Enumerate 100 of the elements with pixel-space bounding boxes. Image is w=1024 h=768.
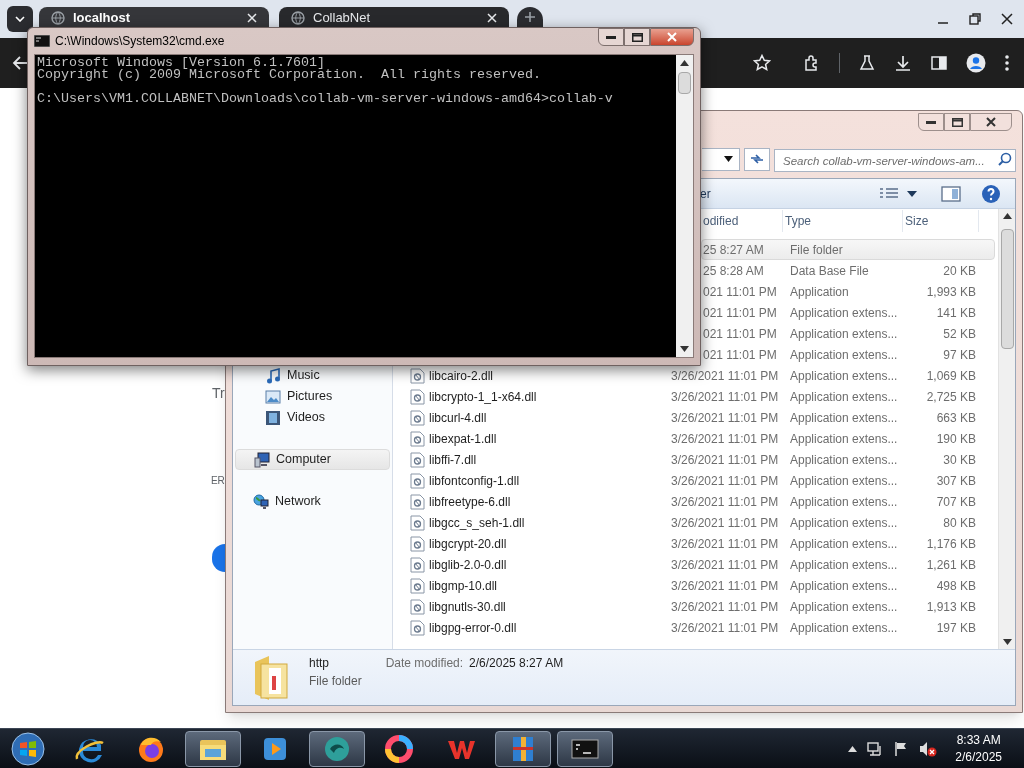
file-date: 3/26/2021 11:01 PM [671,367,779,385]
file-type: Application extens... [790,367,898,385]
browser-tab[interactable]: CollabNet [279,7,509,28]
view-options-icon[interactable] [879,186,901,201]
flask-icon[interactable] [858,54,876,72]
file-date: 25 8:27 AM [703,241,764,259]
file-row[interactable]: 25 8:28 AM Data Base File 20 KB [701,260,995,281]
dropdown-arrow-icon [724,156,733,162]
new-tab-button[interactable] [517,7,543,27]
scroll-up-icon[interactable] [680,60,689,66]
detail-value: 2/6/2025 8:27 AM [469,655,564,672]
nav-item[interactable]: Videos [235,407,390,428]
file-type: Application extens... [790,409,898,427]
taskbar-button[interactable] [495,730,551,767]
nav-item[interactable]: Network [235,491,390,512]
column-header[interactable]: Size [903,210,979,232]
file-row[interactable]: 021 11:01 PM Application 1,993 KB [701,281,995,302]
music-note-icon [265,367,281,384]
maximize-icon [631,32,643,42]
vertical-scrollbar[interactable] [676,55,693,357]
scroll-down-icon[interactable] [680,346,689,352]
side-panel-icon[interactable] [930,54,948,72]
taskbar-button[interactable] [557,730,613,767]
tab-title: CollabNet [313,8,372,27]
taskbar-button[interactable] [185,730,241,767]
computer-icon [254,451,270,468]
restore-icon[interactable] [968,12,982,26]
browser-tab[interactable]: localhost [39,7,269,28]
dll-file-icon [409,367,425,384]
vertical-scrollbar[interactable] [998,209,1015,649]
file-row[interactable]: 25 8:27 AM File folder [701,239,995,260]
file-row[interactable]: libexpat-1.dll 3/26/2021 11:01 PM Application extens... 190 KB [393,428,995,449]
file-row[interactable]: libffi-7.dll 3/26/2021 11:01 PM Application extens... 30 KB [393,449,995,470]
close-icon[interactable] [1000,12,1014,26]
file-row[interactable]: 021 11:01 PM Application extens... 97 KB [701,344,995,365]
clock[interactable]: 8:33 AM 2/6/2025 [955,731,1002,766]
scroll-thumb[interactable] [1000,229,1014,349]
file-row[interactable]: 021 11:01 PM Application extens... 52 KB [701,323,995,344]
close-button[interactable] [970,113,1012,131]
file-size: 663 KB [936,409,976,427]
close-icon [667,32,677,42]
dll-file-icon [409,409,425,426]
download-icon[interactable] [894,54,912,72]
file-date: 3/26/2021 11:01 PM [671,535,779,553]
minimize-button[interactable] [918,113,944,131]
nav-item[interactable]: Computer [235,449,390,470]
dll-file-icon [409,451,425,468]
nav-item[interactable]: Pictures [235,386,390,407]
file-type: Application extens... [790,472,898,490]
menu-icon[interactable] [1004,54,1010,72]
round-button[interactable] [212,544,225,572]
file-row[interactable]: libfontconfig-1.dll 3/26/2021 11:01 PM Application extens... 307 KB [393,470,995,491]
taskbar-button[interactable] [309,730,365,767]
scroll-up-icon[interactable] [1002,213,1012,219]
maximize-button[interactable] [624,28,650,46]
address-bar[interactable] [702,147,740,171]
file-date: 3/26/2021 11:01 PM [671,493,779,511]
file-row[interactable]: libgcc_s_seh-1.dll 3/26/2021 11:01 PM Application extens... 80 KB [393,512,995,533]
scroll-thumb[interactable] [678,72,691,94]
file-row[interactable]: libgnutls-30.dll 3/26/2021 11:01 PM Application extens... 1,913 KB [393,596,995,617]
file-row[interactable]: libgpg-error-0.dll 3/26/2021 11:01 PM Application extens... 197 KB [393,617,995,638]
file-type: Application extens... [790,346,898,364]
search-field[interactable]: Search collab-vm-server-windows-am... [774,149,1016,172]
dropdown-arrow-icon[interactable] [907,190,917,197]
speaker-muted-icon[interactable] [919,740,938,757]
nav-item[interactable]: Music [235,365,390,386]
help-icon[interactable] [981,183,1001,204]
back-arrow-icon[interactable] [12,55,28,71]
dll-file-icon [409,430,425,447]
file-row[interactable]: 021 11:01 PM Application extens... 141 KB [701,302,995,323]
network-icon[interactable] [867,740,884,757]
file-row[interactable]: libcurl-4.dll 3/26/2021 11:01 PM Application extens... 663 KB [393,407,995,428]
maximize-button[interactable] [944,113,970,131]
preview-pane-icon[interactable] [941,185,961,202]
file-row[interactable]: libgmp-10.dll 3/26/2021 11:01 PM Application extens... 498 KB [393,575,995,596]
scroll-down-icon[interactable] [1002,639,1012,645]
file-row[interactable]: libglib-2.0-0.dll 3/26/2021 11:01 PM Application extens... 1,261 KB [393,554,995,575]
file-row[interactable]: libgcrypt-20.dll 3/26/2021 11:01 PM Application extens... 1,176 KB [393,533,995,554]
page-text: Tr [212,384,225,403]
close-button[interactable] [650,28,694,46]
minimize-icon [926,120,936,124]
tab-title: localhost [73,8,132,27]
start-button[interactable] [8,729,48,768]
file-date: 3/26/2021 11:01 PM [671,430,779,448]
show-hidden-icons-icon[interactable] [848,745,858,752]
console-line: Microsoft Windows [Version 6.1.7601] [37,57,325,69]
file-name: libexpat-1.dll [429,430,497,448]
dll-file-icon [409,619,425,636]
file-row[interactable]: libcrypto-1_1-x64.dll 3/26/2021 11:01 PM Application extens... 2,725 KB [393,386,995,407]
dll-file-icon [409,514,425,531]
column-header[interactable]: Type [783,210,903,232]
bookmark-star-icon[interactable] [753,54,771,72]
tab-search-button[interactable] [7,6,33,32]
picture-icon [265,388,281,405]
profile-icon[interactable] [966,53,986,73]
file-row[interactable]: libcairo-2.dll 3/26/2021 11:01 PM Application extens... 1,069 KB [393,365,995,386]
refresh-button[interactable] [744,147,770,171]
toolbar-label[interactable]: er [700,184,711,203]
file-row[interactable]: libfreetype-6.dll 3/26/2021 11:01 PM Application extens... 707 KB [393,491,995,512]
minimize-button[interactable] [598,28,624,46]
